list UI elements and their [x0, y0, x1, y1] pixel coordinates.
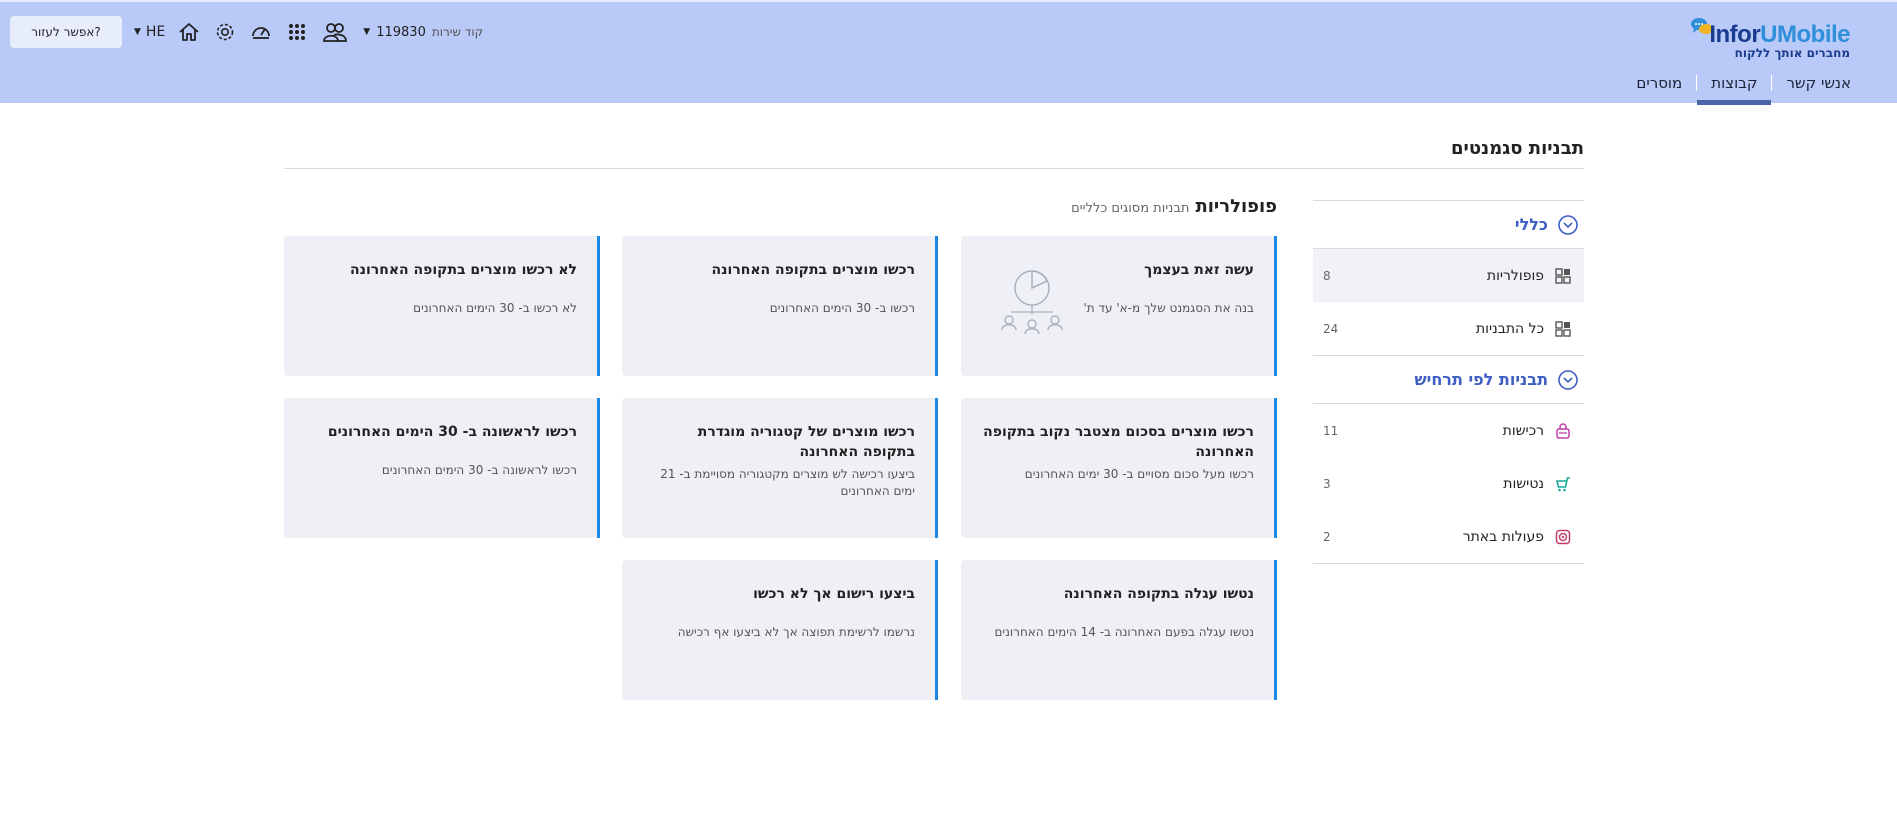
diy-segment-illustration-icon — [1001, 270, 1063, 335]
sidebar-item-label: פופולריות — [1486, 267, 1544, 284]
service-code-label: קוד שירות — [431, 25, 484, 39]
sidebar-section-label: כללי — [1514, 215, 1548, 234]
card-description: ביצעו רכישה לש מוצרים מקטגוריה מסויימת ב… — [660, 467, 915, 498]
template-card[interactable]: לא רכשו מוצרים בתקופה האחרונה לא רכשו ב-… — [284, 236, 600, 376]
logo-slogan: מחברים אותך ללקוח — [1734, 46, 1850, 60]
card-description: לא רכשו ב- 30 הימים האחרונים — [413, 301, 577, 315]
card-description: רכשו ב- 30 הימים האחרונים — [769, 301, 915, 315]
apps-grid-icon[interactable] — [285, 20, 309, 44]
sidebar-item-abandonment[interactable]: נטישות 3 — [1313, 457, 1584, 510]
dashboard-gauge-icon[interactable] — [249, 20, 273, 44]
sidebar-item-all-templates[interactable]: כל התבניות 24 — [1313, 302, 1584, 355]
chevron-circle-down-icon — [1558, 369, 1578, 390]
help-button[interactable]: אפשר לעזור? — [10, 16, 122, 48]
template-card[interactable]: רכשו מוצרים בתקופה האחרונה רכשו ב- 30 הי… — [622, 236, 938, 376]
sidebar-divider — [1313, 563, 1584, 564]
sidebar-item-count: 3 — [1323, 476, 1331, 491]
sidebar-item-count: 2 — [1323, 529, 1331, 544]
card-description: נטשו עגלה בפעם האחרונה ב- 14 הימים האחרו… — [994, 625, 1254, 639]
card-title: רכשו מוצרים בתקופה האחרונה — [711, 262, 915, 278]
sidebar-item-site-actions[interactable]: פעולות באתר 2 — [1313, 510, 1584, 563]
template-card[interactable]: רכשו לראשונה ב- 30 הימים האחרונים רכשו ל… — [284, 398, 600, 538]
top-header: InforUMobile מחברים אותך ללקוח אנשי קשר … — [0, 0, 1897, 105]
card-title: לא רכשו מוצרים בתקופה האחרונה — [350, 262, 577, 278]
language-label: HE — [145, 24, 166, 40]
cart-icon — [1554, 475, 1572, 493]
card-description: רכשו מעל סכום מסויים ב- 30 ימים האחרונים — [1024, 467, 1254, 481]
title-divider — [284, 168, 1584, 169]
tab-groups[interactable]: קבוצות — [1697, 72, 1772, 105]
sidebar-item-popular[interactable]: פופולריות 8 — [1313, 249, 1584, 302]
home-icon[interactable] — [177, 20, 201, 44]
users-icon[interactable] — [321, 20, 349, 44]
service-code-value: 119830 — [376, 24, 426, 40]
sidebar-item-label: רכישות — [1502, 422, 1544, 439]
template-card[interactable]: ביצעו רישום אך לא רכשו נרשמו לרשימת תפוצ… — [622, 560, 938, 700]
sidebar-item-purchases[interactable]: רכישות 11 — [1313, 404, 1584, 457]
language-selector[interactable]: ▼ HE — [134, 24, 165, 40]
section-heading: פופולריות תבניות מסוגים כלליים — [1071, 196, 1277, 217]
sidebar-item-count: 24 — [1323, 321, 1339, 336]
sidebar-section-by-scenario[interactable]: תבניות לפי תרחיש — [1313, 356, 1584, 403]
template-card[interactable]: רכשו מוצרים בסכום מצטבר נקוב בתקופה האחר… — [961, 398, 1277, 538]
section-heading-subtitle: תבניות מסוגים כלליים — [1071, 201, 1190, 216]
section-heading-title: פופולריות — [1195, 196, 1277, 217]
sidebar-item-label: פעולות באתר — [1462, 528, 1544, 545]
logo[interactable]: InforUMobile מחברים אותך ללקוח — [1690, 15, 1850, 61]
card-description: נרשמו לרשימת תפוצה אך לא ביצעו אף רכישה — [677, 625, 915, 639]
template-categories-sidebar: כללי פופולריות 8 כל התבניות 24 תבניות לפ… — [1313, 200, 1584, 564]
sidebar-item-label: כל התבניות — [1475, 320, 1544, 337]
template-card[interactable]: נטשו עגלה בתקופה האחרונה נטשו עגלה בפעם … — [961, 560, 1277, 700]
sidebar-item-label: נטישות — [1503, 475, 1544, 492]
main-nav: אנשי קשר קבוצות מוסרים — [1622, 72, 1851, 105]
card-title: נטשו עגלה בתקופה האחרונה — [1063, 586, 1254, 602]
target-icon — [1554, 528, 1572, 546]
sidebar-section-general[interactable]: כללי — [1313, 201, 1584, 248]
template-card[interactable]: עשה זאת בעצמך בנה את הסגמנט שלך מ-א' עד … — [961, 236, 1277, 376]
logo-wordmark: InforUMobile — [1709, 21, 1850, 48]
sidebar-item-count: 8 — [1323, 268, 1331, 283]
chevron-circle-down-icon — [1558, 214, 1578, 235]
shopping-bag-icon — [1554, 422, 1572, 440]
gear-icon[interactable] — [213, 20, 237, 44]
card-title: רכשו מוצרים בסכום מצטבר נקוב בתקופה האחר… — [983, 424, 1254, 460]
service-code-selector[interactable]: ▼ 119830 קוד שירות — [363, 25, 483, 40]
card-title: רכשו לראשונה ב- 30 הימים האחרונים — [327, 424, 577, 440]
tab-senders[interactable]: מוסרים — [1622, 72, 1696, 105]
card-title: רכשו מוצרים של קטגוריה מוגדרת בתקופה האח… — [697, 424, 915, 460]
chevron-down-icon: ▼ — [363, 27, 371, 37]
chevron-down-icon: ▼ — [134, 27, 141, 37]
card-description: רכשו לראשונה ב- 30 הימים האחרונים — [381, 463, 577, 477]
grid-icon — [1554, 267, 1572, 285]
card-title: ביצעו רישום אך לא רכשו — [753, 586, 915, 602]
sidebar-item-count: 11 — [1323, 423, 1339, 438]
tab-contacts[interactable]: אנשי קשר — [1772, 72, 1851, 105]
template-card[interactable]: רכשו מוצרים של קטגוריה מוגדרת בתקופה האח… — [622, 398, 938, 538]
grid-icon — [1554, 320, 1572, 338]
top-toolbar: אפשר לעזור? ▼ HE ▼ 119830 קוד שירות — [10, 16, 483, 48]
sidebar-section-label: תבניות לפי תרחיש — [1414, 370, 1548, 389]
page-title: תבניות סגמנטים — [1451, 138, 1584, 159]
